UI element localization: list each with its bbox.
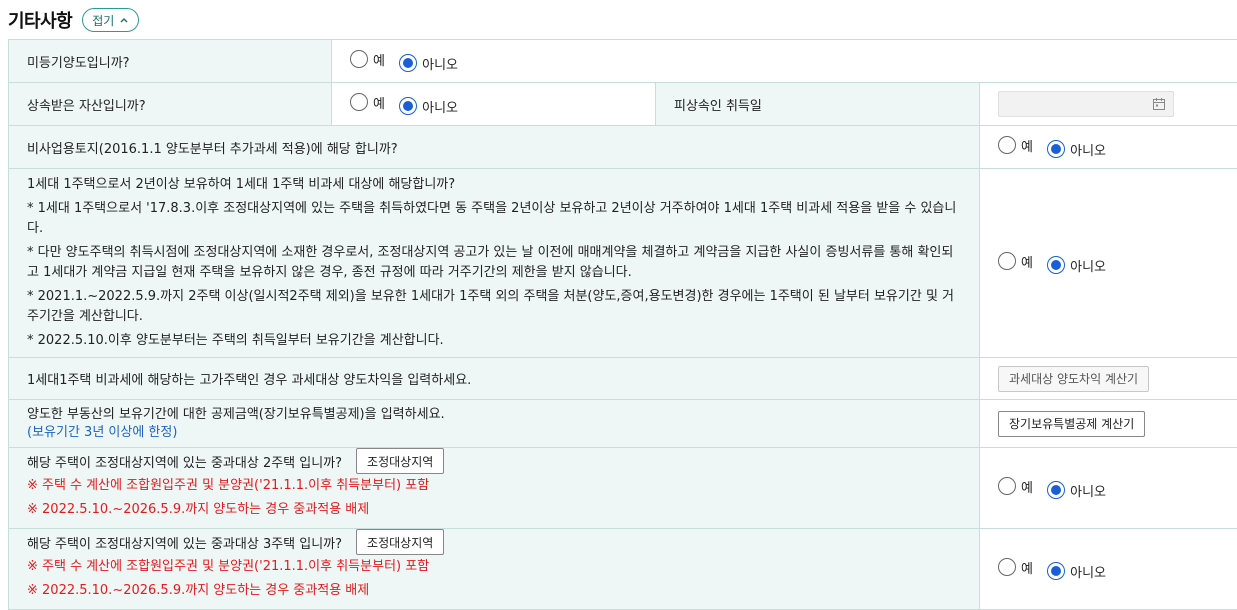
radio-no[interactable]: 아니오: [1047, 481, 1106, 500]
radio-label: 예: [1021, 252, 1033, 271]
taxable-gain-calculator-button[interactable]: 과세대상 양도차익 계산기: [998, 366, 1149, 392]
warning-text: ※ 2022.5.10.~2026.5.9.까지 양도하는 경우 중과적용 배제: [27, 498, 961, 522]
radio-circle-checked[interactable]: [1047, 140, 1065, 158]
long-term-deduction-calculator-button[interactable]: 장기보유특별공제 계산기: [998, 411, 1145, 437]
radio-no[interactable]: 아니오: [399, 97, 458, 116]
table-row: 1세대1주택 비과세에 해당하는 고가주택인 경우 과세대상 양도차익을 입력하…: [9, 358, 1237, 400]
radio-no[interactable]: 아니오: [1047, 562, 1106, 581]
question-line: 해당 주택이 조정대상지역에 있는 중과대상 2주택 입니까? 조정대상지역: [27, 454, 961, 474]
radio-label: 예: [1021, 136, 1033, 155]
answer-cell: 예 아니오: [980, 448, 1237, 529]
table-row: 1세대 1주택으로서 2년이상 보유하여 1세대 1주택 비과세 대상에 해당합…: [9, 169, 1237, 358]
radio-label: 아니오: [1070, 256, 1106, 275]
inherit-date-input[interactable]: [998, 91, 1174, 117]
answer-cell: 예 아니오: [332, 40, 1237, 83]
warning-text: ※ 2022.5.10.~2026.5.9.까지 양도하는 경우 중과적용 배제: [27, 579, 961, 603]
radio-circle[interactable]: [998, 558, 1016, 576]
radio-circle[interactable]: [998, 136, 1016, 154]
section-title: 기타사항: [8, 7, 72, 33]
radio-yes[interactable]: 예: [350, 93, 385, 112]
question-text: 미등기양도입니까?: [27, 56, 130, 71]
regulated-area-button[interactable]: 조정대상지역: [356, 529, 444, 555]
radio-label: 예: [1021, 558, 1033, 577]
calendar-icon[interactable]: [1152, 97, 1166, 111]
radio-yes[interactable]: 예: [998, 136, 1033, 155]
question-text: 해당 주택이 조정대상지역에 있는 중과대상 2주택 입니까?: [27, 454, 342, 474]
inherit-date-label: 피상속인 취득일: [674, 99, 762, 114]
question-text: 1세대 1주택으로서 2년이상 보유하여 1세대 1주택 비과세 대상에 해당합…: [27, 175, 961, 195]
radio-label: 아니오: [422, 97, 458, 116]
note-text: * 1세대 1주택으로서 '17.8.3.이후 조정대상지역에 있는 주택을 취…: [27, 199, 961, 239]
table-row: 양도한 부동산의 보유기간에 대한 공제금액(장기보유특별공제)을 입력하세요.…: [9, 400, 1237, 448]
table-row: 미등기양도입니까? 예 아니오: [9, 40, 1237, 83]
table-row: 상속받은 자산입니까? 예 아니오 피상속인 취득일: [9, 83, 1237, 126]
regulated-area-button[interactable]: 조정대상지역: [356, 448, 444, 474]
note-text: * 2021.1.~2022.5.9.까지 2주택 이상(일시적2주택 제외)을…: [27, 287, 961, 327]
inherit-date-label-cell: 피상속인 취득일: [656, 83, 980, 126]
radio-no[interactable]: 아니오: [1047, 256, 1106, 275]
answer-cell: 예 아니오: [980, 126, 1237, 169]
question-cell: 1세대 1주택으로서 2년이상 보유하여 1세대 1주택 비과세 대상에 해당합…: [9, 169, 980, 358]
radio-label: 아니오: [1070, 140, 1106, 159]
radio-circle-checked[interactable]: [1047, 481, 1065, 499]
question-line: 해당 주택이 조정대상지역에 있는 중과대상 3주택 입니까? 조정대상지역: [27, 535, 961, 555]
radio-circle[interactable]: [350, 50, 368, 68]
radio-circle-checked[interactable]: [399, 54, 417, 72]
question-text: 해당 주택이 조정대상지역에 있는 중과대상 3주택 입니까?: [27, 535, 342, 555]
table-row: 비사업용토지(2016.1.1 양도분부터 추가과세 적용)에 해당 합니까? …: [9, 126, 1237, 169]
section-header: 기타사항 접기: [8, 6, 139, 34]
question-text: 비사업용토지(2016.1.1 양도분부터 추가과세 적용)에 해당 합니까?: [27, 142, 398, 157]
other-items-table: 미등기양도입니까? 예 아니오 상속받은 자산입니까? 예 아니오 피상속인 취…: [8, 39, 1237, 610]
warning-text: ※ 주택 수 계산에 조합원입주권 및 분양권('21.1.1.이후 취득분부터…: [27, 555, 961, 579]
radio-no[interactable]: 아니오: [399, 54, 458, 73]
hint-text: (보유기간 3년 이상에 한정): [27, 424, 961, 442]
radio-yes[interactable]: 예: [998, 477, 1033, 496]
inherit-date-cell: [980, 83, 1237, 126]
radio-circle-checked[interactable]: [399, 97, 417, 115]
radio-no[interactable]: 아니오: [1047, 140, 1106, 159]
question-text: 양도한 부동산의 보유기간에 대한 공제금액(장기보유특별공제)을 입력하세요.: [27, 406, 961, 424]
collapse-button[interactable]: 접기: [82, 8, 139, 32]
radio-circle-checked[interactable]: [1047, 562, 1065, 580]
answer-cell: 과세대상 양도차익 계산기: [980, 358, 1237, 400]
radio-label: 아니오: [1070, 562, 1106, 581]
question-cell: 비사업용토지(2016.1.1 양도분부터 추가과세 적용)에 해당 합니까?: [9, 126, 980, 169]
chevron-up-icon: [119, 15, 129, 25]
radio-label: 예: [1021, 477, 1033, 496]
radio-label: 예: [373, 50, 385, 69]
question-cell: 양도한 부동산의 보유기간에 대한 공제금액(장기보유특별공제)을 입력하세요.…: [9, 400, 980, 448]
radio-circle-checked[interactable]: [1047, 256, 1065, 274]
radio-yes[interactable]: 예: [350, 50, 385, 69]
question-cell: 해당 주택이 조정대상지역에 있는 중과대상 3주택 입니까? 조정대상지역 ※…: [9, 529, 980, 610]
radio-label: 예: [373, 93, 385, 112]
question-cell: 해당 주택이 조정대상지역에 있는 중과대상 2주택 입니까? 조정대상지역 ※…: [9, 448, 980, 529]
question-cell: 1세대1주택 비과세에 해당하는 고가주택인 경우 과세대상 양도차익을 입력하…: [9, 358, 980, 400]
answer-cell: 장기보유특별공제 계산기: [980, 400, 1237, 448]
question-text: 1세대1주택 비과세에 해당하는 고가주택인 경우 과세대상 양도차익을 입력하…: [27, 373, 471, 388]
note-text: * 다만 양도주택의 취득시점에 조정대상지역에 소재한 경우로서, 조정대상지…: [27, 243, 961, 283]
answer-cell: 예 아니오: [980, 529, 1237, 610]
answer-cell: 예 아니오: [980, 169, 1237, 358]
radio-circle[interactable]: [998, 477, 1016, 495]
note-text: * 2022.5.10.이후 양도분부터는 주택의 취득일부터 보유기간을 계산…: [27, 331, 961, 351]
question-text: 상속받은 자산입니까?: [27, 99, 146, 114]
question-cell: 미등기양도입니까?: [9, 40, 332, 83]
radio-label: 아니오: [1070, 481, 1106, 500]
collapse-label: 접기: [92, 12, 114, 29]
radio-circle[interactable]: [350, 93, 368, 111]
question-cell: 상속받은 자산입니까?: [9, 83, 332, 126]
answer-cell: 예 아니오: [332, 83, 656, 126]
table-row: 해당 주택이 조정대상지역에 있는 중과대상 3주택 입니까? 조정대상지역 ※…: [9, 529, 1237, 610]
radio-circle[interactable]: [998, 252, 1016, 270]
warning-text: ※ 주택 수 계산에 조합원입주권 및 분양권('21.1.1.이후 취득분부터…: [27, 474, 961, 498]
radio-yes[interactable]: 예: [998, 252, 1033, 271]
radio-yes[interactable]: 예: [998, 558, 1033, 577]
radio-label: 아니오: [422, 54, 458, 73]
table-row: 해당 주택이 조정대상지역에 있는 중과대상 2주택 입니까? 조정대상지역 ※…: [9, 448, 1237, 529]
